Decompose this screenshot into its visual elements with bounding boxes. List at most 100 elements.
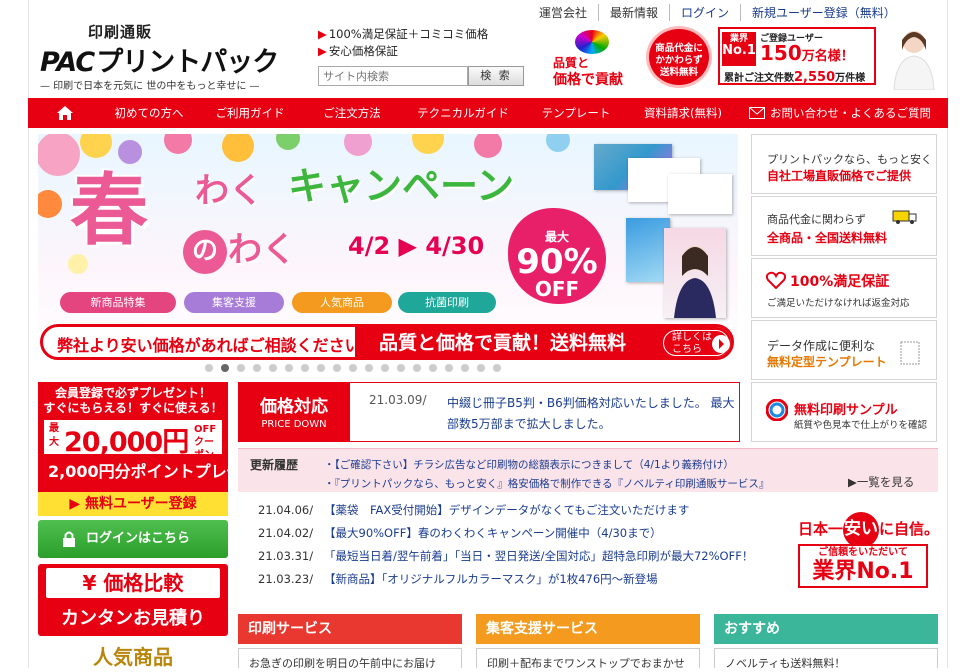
carousel-dot[interactable] <box>333 364 341 372</box>
news-date: 21.04.06/ <box>258 503 314 517</box>
carousel-dot[interactable] <box>301 364 309 372</box>
promo-guarantee[interactable]: ▶ 100%満足保証＋コミコミ価格 <box>318 26 488 42</box>
feature-factory-price[interactable]: プリントパックなら、もっと安く 自社工場直販価格でご提供 <box>751 134 937 194</box>
truck-icon <box>892 210 917 224</box>
template-icon <box>900 341 920 365</box>
section-recommend-sub[interactable]: ノベルティも送料無料！ <box>714 648 938 668</box>
link-register[interactable]: 新規ユーザー登録（無料） <box>740 4 907 21</box>
promo-price[interactable]: ▶ 安心価格保証 <box>318 43 398 59</box>
feature-satisfaction[interactable]: 100%満足保証 ご満足いただけなければ返金対応 <box>751 258 937 318</box>
feature-sample-line2: 紙質や色見本で仕上がりを確認 <box>794 420 928 431</box>
coupon-off: OFF クーポン <box>194 424 217 461</box>
orders-count: 2,550 <box>794 70 836 85</box>
section-marketing-sub[interactable]: 印刷＋配布までワンストップでおまかせ <box>476 648 700 668</box>
pill-popular[interactable]: 人気商品 <box>292 292 392 313</box>
orders-unit: 万件様 <box>835 73 866 84</box>
feature-template[interactable]: データ作成に便利な 無料定型テンプレート <box>751 320 937 380</box>
points-gift: 2,000円分ポイントプレゼント！ <box>48 462 291 481</box>
pill-new-products[interactable]: 新商品特集 <box>60 292 176 313</box>
no1-count: 150 <box>760 41 802 65</box>
price-down-text[interactable]: 中綴じ冊子B5判・B6判価格対応いたしました。 最大部数5万部まで拡大しました。 <box>447 393 735 435</box>
nav-template[interactable]: テンプレート <box>526 98 626 128</box>
carousel-dot[interactable] <box>477 364 485 372</box>
feature-free-shipping[interactable]: 商品代金に関わらず 全商品・全国送料無料 <box>751 196 937 256</box>
feature-sample[interactable]: 無料印刷サンプル 紙質や色見本で仕上がりを確認 <box>751 382 937 442</box>
coupon-value: 20,000円 <box>64 427 189 458</box>
free-register-button[interactable]: ▶ 無料ユーザー登録 <box>38 492 228 516</box>
carousel-dot[interactable] <box>413 364 421 372</box>
search-input[interactable] <box>318 66 468 86</box>
news-item[interactable]: 21.03.31/ 「最短当日着/翌午前着」「当日・翌日発送/全国対応」超特急印刷… <box>258 548 753 564</box>
link-company[interactable]: 運営会社 <box>528 4 598 21</box>
section-printing-sub[interactable]: お急ぎの印刷を明日の午前中にお届け <box>238 648 462 668</box>
logo-top-text: 印刷通販 <box>88 23 153 41</box>
price-guarantee-bar[interactable]: 弊社より安い価格があればご相談ください！ 品質と価格で貢献！送料無料 詳しくは … <box>40 324 734 360</box>
pill-marketing[interactable]: 集客支援 <box>184 292 284 313</box>
news-item[interactable]: 21.03.23/ 【新商品】「オリジナルフルカラーマスク」が1枚476円〜新登場 <box>258 571 658 587</box>
no1-users-badge[interactable]: 業界 No.1 ご登録ユーザー 150万名様！ 累計ご注文件数2,550万件様 <box>718 27 876 85</box>
nav-contact[interactable]: お問い合わせ・よくあるご質問 <box>740 98 940 128</box>
carousel-dot[interactable] <box>365 364 373 372</box>
free-shipping-badge[interactable]: 商品代金に かかわらず 送料無料 <box>646 26 712 88</box>
price-compare-banner[interactable]: ¥ 価格比較 カンタンお見積り <box>38 564 228 636</box>
bar-left-text: 弊社より安い価格があればご相談ください！ <box>57 336 377 355</box>
quality-badge[interactable]: 品質と 価格で貢献 <box>553 30 635 88</box>
section-printing[interactable]: 印刷サービス <box>238 614 462 644</box>
link-news[interactable]: 最新情報 <box>598 4 669 21</box>
compare-line2: カンタンお見積り <box>61 608 205 629</box>
feature-satisfaction-line2: ご満足いただけなければ返金対応 <box>767 298 910 309</box>
coupon-max: 最大 <box>49 423 59 448</box>
mail-icon <box>749 107 765 119</box>
carousel-dot[interactable] <box>397 364 405 372</box>
nav-request[interactable]: 資料請求(無料) <box>626 98 740 128</box>
discount-pct: 90% <box>516 242 598 282</box>
news-item[interactable]: 21.04.02/ 【最大90%OFF】春のわくわくキャンペーン開催中（4/30ま… <box>258 525 662 541</box>
news-date: 21.04.02/ <box>258 526 314 540</box>
update-item[interactable]: ・【ご確認下さい】チラシ広告など印刷物の総額表示につきまして（4/1より義務付け… <box>324 457 734 472</box>
seal-sub: ご信頼をいただいて <box>818 547 908 558</box>
update-item[interactable]: ・『プリントパックなら、もっと安く』格安価格で制作できる『ノベルティ印刷通販サー… <box>324 476 769 491</box>
search-button[interactable]: 検 索 <box>468 66 524 86</box>
news-item[interactable]: 21.04.06/ 【薬袋 FAX受付開始】デザインデータがなくてもご注文いただけ… <box>258 502 689 518</box>
pill-antibacterial[interactable]: 抗菌印刷 <box>398 292 496 313</box>
seal-big: 業界No.1 <box>812 559 914 584</box>
banner-haru: 春 <box>70 165 149 256</box>
carousel-dot[interactable] <box>461 364 469 372</box>
carousel-dot[interactable] <box>205 364 213 372</box>
login-button[interactable]: ログインはこちら <box>38 520 228 558</box>
carousel-dot[interactable] <box>445 364 453 372</box>
no1-icon: 業界 No.1 <box>722 32 756 66</box>
carousel-dot[interactable] <box>317 364 325 372</box>
carousel-dot[interactable] <box>285 364 293 372</box>
carousel-dot[interactable] <box>429 364 437 372</box>
news-title: 【最大90%OFF】春のわくわくキャンペーン開催中（4/30まで） <box>324 526 662 540</box>
logo-tagline: — 印刷で日本を元気に 世の中をもっと幸せに — <box>40 81 260 92</box>
discount-max: 最大 <box>544 230 569 244</box>
section-marketing[interactable]: 集客支援サービス <box>476 614 700 644</box>
carousel-dot[interactable] <box>349 364 357 372</box>
discount-off: OFF <box>534 277 580 301</box>
carousel-dot[interactable] <box>381 364 389 372</box>
signup-gift-banner[interactable]: 会員登録で必ずプレゼント！ すぐにもらえる！すぐに使える！ 最大 20,000円 … <box>38 382 291 516</box>
home-nav[interactable] <box>28 98 102 128</box>
banner-campaign: キャンペーン <box>288 164 515 208</box>
carousel-dot[interactable] <box>493 364 501 372</box>
nav-order[interactable]: ご注文方法 <box>304 98 400 128</box>
nav-first-time[interactable]: 初めての方へ <box>102 98 196 128</box>
carousel-dot[interactable] <box>237 364 245 372</box>
carousel-dot[interactable] <box>253 364 261 372</box>
feature-shipping-line1: 商品代金に関わらず <box>767 213 866 226</box>
gift-line1: 会員登録で必ずプレゼント！ <box>54 386 211 400</box>
section-recommend[interactable]: おすすめ <box>714 614 938 644</box>
view-all-link[interactable]: ▶一覧を見る <box>848 474 914 490</box>
home-icon <box>57 106 73 120</box>
link-login[interactable]: ログイン <box>669 4 740 21</box>
feature-satisfaction-line1: 100%満足保証 <box>790 274 890 290</box>
logo[interactable]: PACプリントパック <box>40 40 279 79</box>
nav-guide[interactable]: ご利用ガイド <box>196 98 304 128</box>
nav-technical[interactable]: テクニカルガイド <box>400 98 526 128</box>
popular-products-heading[interactable]: 人気商品 <box>38 642 228 669</box>
carousel-dot[interactable] <box>269 364 277 372</box>
carousel-dot-active[interactable] <box>221 364 229 372</box>
banner-date: 4/2 ▶ 4/30 <box>348 232 485 260</box>
